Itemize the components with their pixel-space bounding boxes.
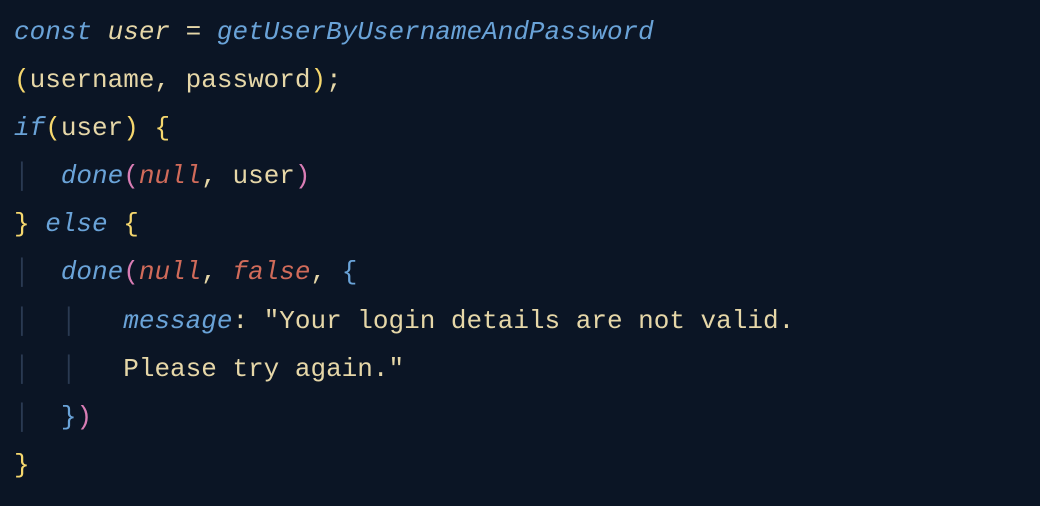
func-done: done <box>61 257 123 287</box>
code-line-2: (username, password); <box>14 65 342 95</box>
colon: : <box>232 306 248 336</box>
comma: , <box>311 257 327 287</box>
indent-guide-icon: │ <box>14 306 30 336</box>
var-user: user <box>61 113 123 143</box>
keyword-else: else <box>45 209 107 239</box>
code-line-6: │ done(null, false, { <box>14 257 357 287</box>
code-line-4: │ done(null, user) <box>14 161 311 191</box>
indent-guide-icon: │ <box>14 257 30 287</box>
code-line-9: │ }) <box>14 402 92 432</box>
code-line-1: const user = getUserByUsernameAndPasswor… <box>14 17 654 47</box>
var-user: user <box>108 17 170 47</box>
brace-close: } <box>14 209 30 239</box>
keyword-if: if <box>14 113 45 143</box>
semicolon: ; <box>326 65 342 95</box>
literal-false: false <box>233 257 311 287</box>
func-done: done <box>61 161 123 191</box>
code-line-7: │ │ message: "Your login details are not… <box>14 306 794 336</box>
string-literal: Please try again." <box>123 354 404 384</box>
code-line-3: if(user) { <box>14 113 170 143</box>
indent-guide-icon: │ <box>61 354 77 384</box>
keyword-const: const <box>14 17 92 47</box>
arg-username: username <box>30 65 155 95</box>
indent-guide-icon: │ <box>14 402 30 432</box>
code-line-10: } <box>14 450 30 480</box>
literal-null: null <box>139 257 201 287</box>
code-editor-content[interactable]: const user = getUserByUsernameAndPasswor… <box>14 8 1026 489</box>
paren-close: ) <box>295 161 311 191</box>
indent-guide-icon: │ <box>14 161 30 191</box>
comma: , <box>201 257 217 287</box>
brace-open: { <box>154 113 170 143</box>
brace-open: { <box>342 257 358 287</box>
string-literal: "Your login details are not valid. <box>264 306 795 336</box>
paren-close: ) <box>310 65 326 95</box>
brace-close: } <box>61 402 77 432</box>
paren-open: ( <box>14 65 30 95</box>
comma: , <box>201 161 217 191</box>
indent-guide-icon: │ <box>14 354 30 384</box>
paren-open: ( <box>123 161 139 191</box>
brace-open: { <box>123 209 139 239</box>
arg-password: password <box>186 65 311 95</box>
indent-guide-icon: │ <box>61 306 77 336</box>
paren-close: ) <box>123 113 139 143</box>
property-message: message <box>123 306 232 336</box>
paren-close: ) <box>76 402 92 432</box>
brace-close: } <box>14 450 30 480</box>
literal-null: null <box>139 161 201 191</box>
var-user: user <box>233 161 295 191</box>
func-getuser: getUserByUsernameAndPassword <box>217 17 654 47</box>
op-equals: = <box>186 17 202 47</box>
paren-open: ( <box>45 113 61 143</box>
code-line-5: } else { <box>14 209 139 239</box>
comma: , <box>154 65 170 95</box>
paren-open: ( <box>123 257 139 287</box>
code-line-8: │ │ Please try again." <box>14 354 404 384</box>
